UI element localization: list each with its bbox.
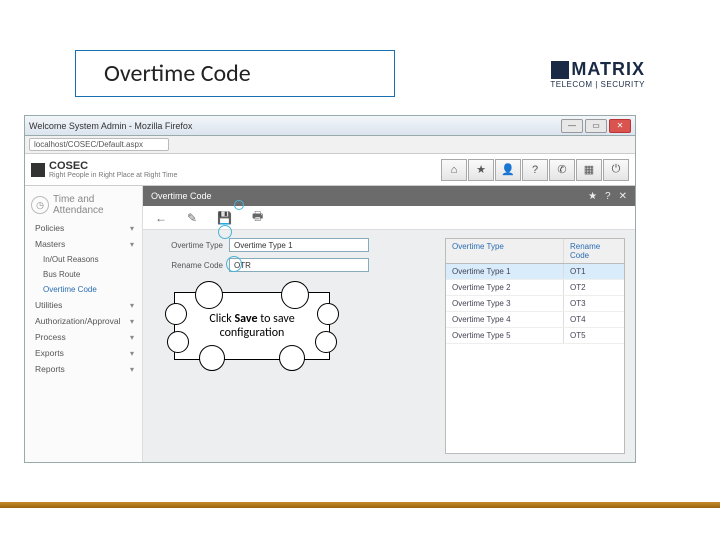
chevron-down-icon: ▾ [130,301,134,310]
logo-main: MATRIX [571,59,645,79]
sidebar-item[interactable]: Process ▾ [25,329,142,345]
sidebar-item-label: Overtime Code [43,285,97,294]
overtime-type-select[interactable]: Overtime Type 1 [229,238,369,252]
cell-code: OT5 [564,328,624,343]
sidebar-item[interactable]: Overtime Code [25,282,142,297]
cell-type: Overtime Type 5 [446,328,564,343]
overtime-list: Overtime Type Rename Code Overtime Type … [445,238,625,454]
chevron-down-icon: ▾ [130,333,134,342]
sidebar-item[interactable]: Masters ▾ [25,236,142,252]
cell-type: Overtime Type 2 [446,280,564,295]
window-titlebar: Welcome System Admin - Mozilla Firefox —… [25,116,635,136]
url-field[interactable]: localhost/COSEC/Default.aspx [29,138,169,151]
browser-window: Welcome System Admin - Mozilla Firefox —… [24,115,636,463]
sidebar-section-sub: Attendance [53,205,104,216]
cell-code: OT1 [564,264,624,279]
page-title: Overtime Code [151,191,212,201]
list-header-type: Overtime Type [446,239,564,263]
table-row[interactable]: Overtime Type 4OT4 [446,312,624,328]
brand-tagline: Right People in Right Place at Right Tim… [49,172,177,179]
page-bar: Overtime Code ★ ? ✕ [143,186,635,206]
table-row[interactable]: Overtime Type 1OT1 [446,264,624,280]
sidebar-item[interactable]: In/Out Reasons [25,252,142,267]
chevron-down-icon: ▾ [130,240,134,249]
chevron-down-icon: ▾ [130,317,134,326]
list-header-code: Rename Code [564,239,624,263]
overtime-type-label: Overtime Type [153,241,223,250]
grid-icon[interactable]: ▦ [576,159,602,181]
sidebar-item[interactable]: Authorization/Approval ▾ [25,313,142,329]
sidebar-item[interactable]: Policies ▾ [25,220,142,236]
sidebar-item-label: In/Out Reasons [43,255,99,264]
sidebar-item-label: Authorization/Approval [35,316,121,326]
page-help-icon[interactable]: ? [605,191,611,202]
sidebar-item[interactable]: Bus Route [25,267,142,282]
home-icon[interactable]: ⌂ [441,159,467,181]
chevron-down-icon: ▾ [130,224,134,233]
window-close-button[interactable]: ✕ [609,119,631,133]
app-top-bar: COSEC Right People in Right Place at Rig… [25,154,635,186]
window-maximize-button[interactable]: ▭ [585,119,607,133]
slide-title: Overtime Code [104,59,251,88]
sidebar-item-label: Policies [35,223,64,233]
sidebar-item-label: Exports [35,348,64,358]
logo-sub: TELECOM | SECURITY [550,80,645,89]
sidebar-item[interactable]: Reports ▾ [25,361,142,377]
slide-footer-bar [0,502,720,508]
window-minimize-button[interactable]: — [561,119,583,133]
callout-cloud: Click Save to save configuration [174,292,330,360]
cell-type: Overtime Type 4 [446,312,564,327]
cell-type: Overtime Type 3 [446,296,564,311]
brand-logo: MATRIX TELECOM | SECURITY [550,59,645,89]
sidebar-item-label: Bus Route [43,270,80,279]
url-bar: localhost/COSEC/Default.aspx [25,136,635,154]
rename-code-input[interactable]: OTR [229,258,369,272]
callout-text: Click Save to save configuration [181,312,323,341]
window-title: Welcome System Admin - Mozilla Firefox [29,121,192,131]
sidebar: ◷ Time and Attendance Policies ▾ Masters ▾ I… [25,186,143,462]
user-icon[interactable]: 👤 [495,159,521,181]
print-button[interactable]: 🖶 [252,207,263,228]
sidebar-item-label: Utilities [35,300,62,310]
phone-icon[interactable]: ✆ [549,159,575,181]
clock-icon: ◷ [31,196,49,214]
sidebar-item-label: Process [35,332,66,342]
slide-title-box: Overtime Code [75,50,395,97]
sidebar-item-label: Masters [35,239,65,249]
page-close-icon[interactable]: ✕ [619,191,627,202]
rename-code-label: Rename Code [153,261,223,270]
table-row[interactable]: Overtime Type 3OT3 [446,296,624,312]
brand-name: COSEC [49,160,177,172]
page-star-icon[interactable]: ★ [588,191,597,202]
sidebar-section-title: Time and [53,194,104,205]
cell-code: OT4 [564,312,624,327]
sidebar-item-label: Reports [35,364,65,374]
cell-code: OT2 [564,280,624,295]
sidebar-item[interactable]: Utilities ▾ [25,297,142,313]
cell-code: OT3 [564,296,624,311]
back-button[interactable]: ← [155,211,167,225]
chevron-down-icon: ▾ [130,365,134,374]
cell-type: Overtime Type 1 [446,264,564,279]
page-toolbar: ← ✎ 💾 🖶 [143,206,635,230]
star-icon[interactable]: ★ [468,159,494,181]
sidebar-section-header: ◷ Time and Attendance [25,190,142,220]
power-icon[interactable]: ⏻ [603,159,629,181]
help-icon[interactable]: ? [522,159,548,181]
sidebar-item[interactable]: Exports ▾ [25,345,142,361]
table-row[interactable]: Overtime Type 5OT5 [446,328,624,344]
table-row[interactable]: Overtime Type 2OT2 [446,280,624,296]
chevron-down-icon: ▾ [130,349,134,358]
edit-button[interactable]: ✎ [187,211,197,225]
brand-icon [31,163,45,177]
save-button[interactable]: 💾 [217,211,232,225]
